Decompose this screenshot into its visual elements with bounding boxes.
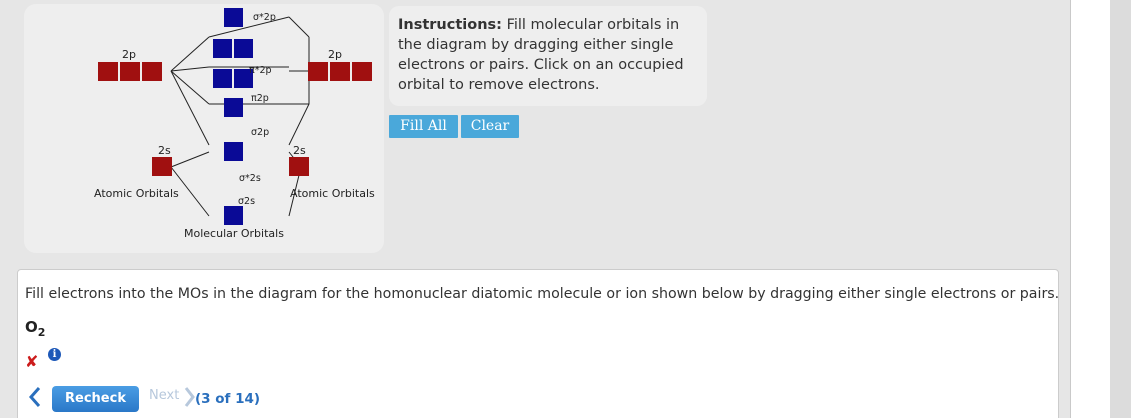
atomic-2p-right-3[interactable] — [352, 62, 372, 81]
mo-diagram: 2p 2p 2s 2s Atomic Orbitals Atomic Orbit… — [94, 8, 375, 240]
label-sigma-star-2p: σ*2p — [253, 12, 276, 23]
mo-sigma-star-2s[interactable] — [224, 142, 243, 161]
label-atomic-left: Atomic Orbitals — [94, 187, 179, 200]
x-mark-icon: ✘ — [25, 352, 39, 371]
label-sigma-2p: σ2p — [251, 127, 269, 138]
app-window: 2p 2p 2s 2s Atomic Orbitals Atomic Orbit… — [0, 0, 1131, 418]
next-button[interactable]: Next — [149, 388, 179, 403]
instructions-box: Instructions: Fill molecular orbitals in… — [389, 6, 707, 106]
mo-sigma-2s[interactable] — [224, 206, 243, 225]
mo-pi-star-2p-b[interactable] — [234, 39, 253, 58]
mo-pi-2p-a[interactable] — [213, 69, 232, 88]
atomic-2p-left-1[interactable] — [98, 62, 118, 81]
mo-sigma-2p[interactable] — [224, 98, 243, 117]
question-text: Fill electrons into the MOs in the diagr… — [25, 286, 1060, 302]
label-pi-star-2p: π*2p — [249, 65, 272, 76]
previous-chevron-icon[interactable] — [28, 385, 42, 409]
label-right-2s: 2s — [293, 144, 306, 157]
label-sigma-star-2s: σ*2s — [239, 173, 261, 184]
atomic-2p-right-1[interactable] — [308, 62, 328, 81]
label-left-2p: 2p — [122, 48, 136, 61]
formula-subscript: 2 — [37, 326, 46, 339]
atomic-2s-left[interactable] — [152, 157, 172, 176]
content-edge — [1070, 0, 1071, 418]
label-right-2p: 2p — [328, 48, 342, 61]
formula-base: O — [25, 318, 38, 336]
label-left-2s: 2s — [158, 144, 171, 157]
mo-pi-star-2p-a[interactable] — [213, 39, 232, 58]
atomic-2p-left-2[interactable] — [120, 62, 140, 81]
clear-button[interactable]: Clear — [461, 115, 519, 138]
info-icon[interactable]: i — [48, 348, 61, 361]
fill-all-button[interactable]: Fill All — [389, 115, 458, 138]
atomic-2p-left-3[interactable] — [142, 62, 162, 81]
atomic-2p-right-2[interactable] — [330, 62, 350, 81]
label-sigma-2s: σ2s — [238, 196, 255, 207]
question-progress: (3 of 14) — [195, 391, 261, 407]
label-molecular: Molecular Orbitals — [184, 227, 284, 240]
recheck-button[interactable]: Recheck — [52, 386, 139, 412]
label-atomic-right: Atomic Orbitals — [290, 187, 375, 200]
mo-sigma-star-2p[interactable] — [224, 8, 243, 27]
scrollbar-track[interactable] — [1110, 0, 1131, 418]
instructions-label: Instructions: — [398, 17, 502, 33]
next-chevron-icon[interactable] — [183, 385, 195, 409]
molecule-formula: O2 — [25, 318, 45, 339]
label-pi-2p: π2p — [251, 93, 269, 104]
atomic-2s-right[interactable] — [289, 157, 309, 176]
mo-diagram-panel: 2p 2p 2s 2s Atomic Orbitals Atomic Orbit… — [24, 4, 384, 253]
